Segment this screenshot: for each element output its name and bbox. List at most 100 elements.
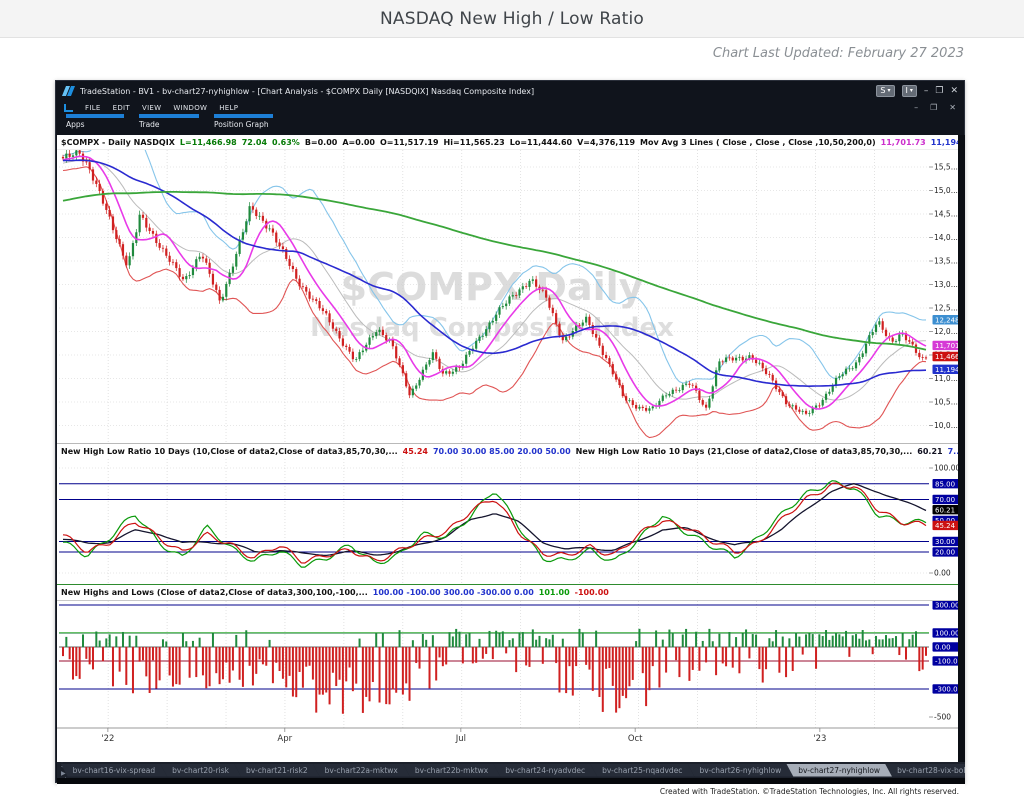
close-icon[interactable]: ✕ (950, 86, 958, 96)
minimize-icon[interactable]: – (924, 86, 929, 96)
ratio21-name[interactable]: New High Low Ratio 10 Days (21,Close of … (576, 447, 913, 456)
menu-bar: FILE EDIT VIEW WINDOW HELP – ❐ ✕ (56, 101, 964, 114)
indicator-button[interactable]: I▾ (902, 85, 917, 97)
menu-item-help[interactable]: HELP (219, 104, 238, 112)
pct-change: 0.63% (272, 138, 300, 147)
svg-text:11,701: 11,701 (935, 342, 960, 350)
high-value: Hi=11,565.23 (444, 138, 505, 147)
svg-text:11,194: 11,194 (935, 366, 960, 374)
svg-text:$COMPX Daily: $COMPX Daily (341, 265, 644, 309)
symbol-label: $COMPX - Daily NASDQIX (61, 138, 175, 147)
svg-text:Nasdaq Composite Index: Nasdaq Composite Index (310, 313, 674, 343)
hilo-indicator-label-row: New Highs and Lows (Close of data2,Close… (57, 584, 965, 601)
chart-last-updated: Chart Last Updated: February 27 2023 (713, 46, 964, 61)
svg-text:12,0...: 12,0... (934, 327, 958, 336)
ratio10-name[interactable]: New High Low Ratio 10 Days (10,Close of … (61, 447, 398, 456)
svg-text:100.00: 100.00 (934, 464, 960, 473)
ask-value: A=0.00 (342, 138, 375, 147)
page-header: NASDAQ New High / Low Ratio (0, 0, 1024, 38)
svg-text:300.00: 300.00 (935, 602, 960, 610)
window-titlebar: TradeStation - BV1 - bv-chart27-nyhighlo… (56, 81, 964, 101)
tab-bv-chart22a-mktwx[interactable]: bv-chart22a-mktwx (313, 764, 410, 777)
svg-text:12,5...: 12,5... (934, 304, 958, 313)
chart-status-line: $COMPX - Daily NASDQIX L=11,466.98 72.04… (57, 135, 965, 150)
svg-text:85.00: 85.00 (935, 480, 955, 488)
ratio-indicator-label-row: New High Low Ratio 10 Days (10,Close of … (57, 443, 965, 459)
child-minimize-icon[interactable]: – (914, 103, 918, 112)
hilo-name[interactable]: New Highs and Lows (Close of data2,Close… (61, 588, 368, 597)
page-title: NASDAQ New High / Low Ratio (380, 9, 644, 29)
svg-text:15,0...: 15,0... (934, 186, 958, 195)
svg-text:Oct: Oct (628, 734, 643, 744)
hilo-panel-chart[interactable]: -500300.00100.000.00-100.00-300.00'22Apr… (57, 601, 965, 748)
svg-text:13,5...: 13,5... (934, 257, 958, 266)
chart-client-area: $COMPX - Daily NASDQIX L=11,466.98 72.04… (57, 135, 965, 762)
svg-text:'23: '23 (813, 734, 826, 744)
style-button[interactable]: S▾ (876, 85, 894, 97)
svg-text:70.00: 70.00 (935, 496, 955, 504)
svg-text:15,5...: 15,5... (934, 163, 958, 172)
svg-text:11,0...: 11,0... (934, 374, 958, 383)
svg-text:14,5...: 14,5... (934, 210, 958, 219)
svg-text:10,5...: 10,5... (934, 398, 958, 407)
menu-item-view[interactable]: VIEW (142, 104, 161, 112)
svg-text:10,0...: 10,0... (934, 421, 958, 430)
hilo-refs: 100.00 -100.00 300.00 -300.00 0.00 (373, 588, 534, 597)
svg-text:0.00: 0.00 (935, 644, 951, 652)
svg-text:20.00: 20.00 (935, 549, 955, 557)
hilo-alert-high: 101.00 (539, 588, 570, 597)
svg-text:100.00: 100.00 (935, 630, 960, 638)
tab-bv-chart22b-mktwx[interactable]: bv-chart22b-mktwx (403, 764, 500, 777)
window-right-edge (958, 135, 965, 762)
chevron-down-icon: ▾ (910, 86, 913, 96)
ratio-panel-chart[interactable]: 100.000.0085.0070.0050.0060.2145.2430.00… (57, 459, 965, 584)
svg-text:45.24: 45.24 (935, 522, 956, 530)
net-change: 72.04 (242, 138, 267, 147)
ratio21-value: 60.21 (917, 447, 942, 456)
svg-text:30.00: 30.00 (935, 538, 955, 546)
menu-item-file[interactable]: FILE (85, 104, 101, 112)
tab-bv-chart26-nyhighlow[interactable]: bv-chart26-nyhighlow (687, 764, 793, 777)
svg-text:14,0...: 14,0... (934, 233, 958, 242)
svg-text:'22: '22 (101, 734, 114, 744)
tab-bv-chart16-vix-spread[interactable]: bv-chart16-vix-spread (61, 764, 167, 777)
shortcut-toolbar: Apps Trade Position Graph (56, 114, 964, 135)
trade-underline (139, 114, 199, 118)
updated-row: Chart Last Updated: February 27 2023 (0, 38, 1024, 68)
svg-text:Apr: Apr (277, 734, 292, 744)
toolbar-group-position-graph[interactable]: Position Graph (214, 120, 269, 129)
price-panel-chart[interactable]: $COMPX Daily Nasdaq Composite Index 10,0..… (57, 150, 965, 443)
toolbar-group-trade[interactable]: Trade (139, 120, 160, 129)
volume-value: V=4,376,119 (577, 138, 635, 147)
tab-bv-chart27-nyhighlow[interactable]: bv-chart27-nyhighlow (786, 764, 892, 777)
toolbar-group-apps[interactable]: Apps (66, 120, 85, 129)
child-close-icon[interactable]: ✕ (949, 103, 956, 112)
chart-icon (64, 104, 73, 112)
workspace-tab-bar: |◀ ◀ ▶ ▶| bv-chart16-vix-spreadbv-chart2… (57, 762, 965, 778)
tab-bv-chart20-risk[interactable]: bv-chart20-risk (160, 764, 241, 777)
copyright-row: Created with TradeStation. ©TradeStation… (57, 784, 965, 798)
tab-bv-chart24-nyadvdec[interactable]: bv-chart24-nyadvdec (493, 764, 597, 777)
menu-item-window[interactable]: WINDOW (173, 104, 207, 112)
copyright-text: Created with TradeStation. ©TradeStation… (660, 787, 959, 796)
bid-value: B=0.00 (305, 138, 338, 147)
restore-icon[interactable]: ❐ (935, 86, 943, 96)
window-title: TradeStation - BV1 - bv-chart27-nyhighlo… (80, 87, 876, 96)
movavg-label: Mov Avg 3 Lines ( Close , Close , Close … (640, 138, 876, 147)
svg-text:12,248: 12,248 (935, 316, 960, 324)
tab-bv-chart28-vix-bolbands[interactable]: bv-chart28-vix-bolbands (885, 764, 965, 777)
movavg10-value: 11,701.73 (881, 138, 926, 147)
hilo-alert-low: -100.00 (575, 588, 609, 597)
tab-bv-chart25-nqadvdec[interactable]: bv-chart25-nqadvdec (590, 764, 694, 777)
svg-text:11,466: 11,466 (935, 353, 960, 361)
child-restore-icon[interactable]: ❐ (930, 103, 937, 112)
tradestation-logo-icon (62, 85, 75, 97)
ratio10-refs: 70.00 30.00 85.00 20.00 50.00 (433, 447, 571, 456)
low-value: Lo=11,444.60 (510, 138, 572, 147)
tab-bv-chart21-risk2[interactable]: bv-chart21-risk2 (234, 764, 320, 777)
ratio10-value: 45.24 (403, 447, 428, 456)
menu-item-edit[interactable]: EDIT (113, 104, 130, 112)
chevron-down-icon: ▾ (887, 86, 890, 96)
svg-text:0.00: 0.00 (934, 569, 951, 578)
svg-text:13,0...: 13,0... (934, 280, 958, 289)
